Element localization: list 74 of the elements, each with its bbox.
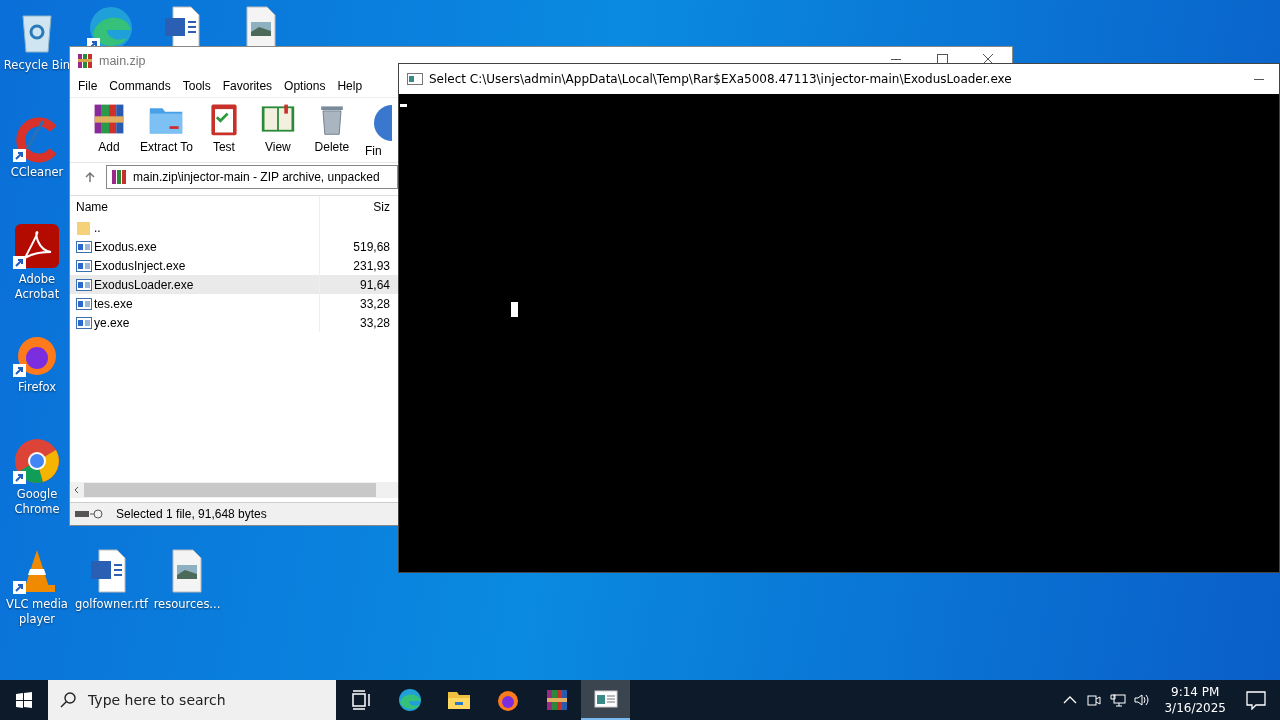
menu-item[interactable]: Options — [278, 79, 332, 93]
file-size: 33,28 — [359, 315, 390, 330]
column-header[interactable]: Name — [70, 196, 320, 218]
status-text: Selected 1 file, 91,648 bytes — [116, 507, 267, 521]
browser-icon[interactable] — [13, 437, 61, 485]
program-icon — [76, 276, 92, 293]
program-icon — [76, 257, 92, 274]
notification-icon[interactable] — [1246, 690, 1266, 710]
console-cursor — [400, 104, 407, 107]
desktop-icon-label[interactable]: CCleaner — [1, 165, 73, 180]
folder-icon — [76, 219, 92, 236]
console-app-icon — [593, 687, 618, 711]
horizontal-scrollbar[interactable] — [70, 482, 398, 498]
file-size: 519,68 — [353, 239, 390, 254]
program-icon — [76, 295, 92, 312]
camera-icon[interactable] — [1086, 692, 1103, 708]
up-arrow-icon[interactable] — [84, 171, 96, 183]
toolbar-button[interactable]: Test — [198, 98, 249, 162]
taskbar-app-button[interactable] — [581, 680, 630, 720]
file-name: .. — [94, 220, 101, 235]
clock-time[interactable]: 9:14 PM — [1171, 684, 1220, 700]
file-name: ExodusLoader.exe — [94, 277, 194, 292]
start-icon[interactable] — [16, 692, 32, 708]
toolbar-button[interactable]: View — [252, 98, 303, 162]
program-icon — [76, 238, 92, 255]
file-name: ye.exe — [94, 315, 130, 330]
desktop-icon-label[interactable]: Adobe Acrobat — [1, 272, 73, 302]
window-title: main.zip — [99, 54, 146, 68]
desktop-icon-label[interactable]: Google Chrome — [1, 487, 73, 517]
toolbar-button[interactable]: Fin — [360, 98, 398, 162]
close-icon[interactable] — [982, 54, 994, 64]
browser-icon — [495, 688, 520, 712]
console-cursor — [511, 302, 518, 317]
menu-item[interactable]: Favorites — [216, 79, 279, 93]
file-name: Exodus.exe — [94, 239, 157, 254]
file-row[interactable]: .. — [70, 218, 398, 237]
search-icon — [60, 692, 76, 708]
desktop-icon-label[interactable]: resources... — [151, 597, 223, 612]
file-name: ExodusInject.exe — [94, 258, 186, 273]
desktop-icon-label[interactable]: Recycle Bin — [1, 58, 73, 73]
file-size: 231,93 — [353, 258, 390, 273]
file-row[interactable]: ExodusLoader.exe 91,64 — [70, 275, 398, 294]
toolbar-button[interactable]: Add — [84, 98, 134, 162]
scroll-left-icon[interactable] — [73, 486, 81, 494]
menu-item[interactable]: Commands — [103, 79, 177, 93]
file-name: tes.exe — [94, 296, 133, 311]
file-row[interactable]: ye.exe 33,28 — [70, 313, 398, 332]
volume-icon[interactable] — [1134, 692, 1151, 708]
archive-app-icon — [544, 688, 569, 712]
menu-item[interactable]: Help — [331, 79, 369, 93]
file-size: 91,64 — [359, 277, 390, 292]
browser-icon — [397, 688, 422, 712]
pdf-app-icon[interactable] — [13, 222, 61, 270]
clock-date[interactable]: 3/16/2025 — [1164, 700, 1226, 716]
window-title: Select C:\Users\admin\AppData\Local\Temp\Rar$EXa5008.47113\injector-main\ExodusLoader.exe — [429, 72, 1012, 86]
menu-item[interactable]: Tools — [176, 79, 217, 93]
file-row[interactable]: Exodus.exe 519,68 — [70, 237, 398, 256]
archive-app-icon — [77, 53, 93, 69]
drive-icon — [74, 508, 104, 520]
toolbar-button[interactable]: Delete — [306, 98, 357, 162]
column-header[interactable]: Siz — [320, 200, 390, 214]
archive-icon — [111, 169, 127, 185]
desktop-icon-label[interactable]: golfowner.rtf — [75, 597, 147, 612]
search-field[interactable]: Type here to search — [48, 680, 336, 720]
path-field[interactable]: main.zip\injector-main - ZIP archive, unpacked — [106, 165, 398, 189]
file-row[interactable]: tes.exe 33,28 — [70, 294, 398, 313]
network-icon[interactable] — [1110, 692, 1127, 708]
desktop-icon-label[interactable]: VLC media player — [1, 597, 73, 627]
file-size: 33,28 — [359, 296, 390, 311]
toolbar-button[interactable]: Extract To — [138, 98, 195, 162]
program-icon — [76, 314, 92, 331]
console-app-icon — [407, 71, 423, 87]
desktop-icon-label[interactable]: Firefox — [1, 380, 73, 395]
menu-item[interactable]: File — [72, 79, 104, 93]
